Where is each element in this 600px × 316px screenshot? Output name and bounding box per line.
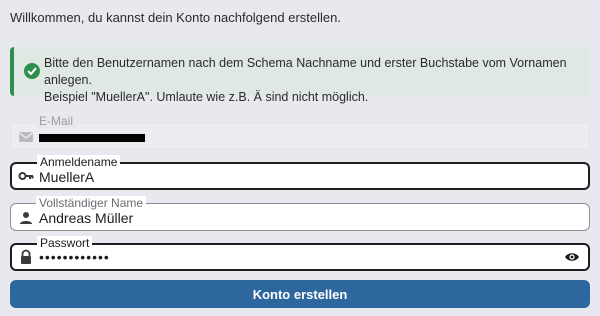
fullname-label: Vollständiger Name <box>36 196 147 210</box>
info-alert: Bitte den Benutzernamen nach dem Schema … <box>10 47 589 104</box>
check-circle-icon <box>24 63 40 79</box>
create-account-button[interactable]: Konto erstellen <box>10 280 590 308</box>
password-field[interactable]: Passwort •••••••••••• <box>10 236 590 271</box>
person-icon <box>18 210 34 226</box>
alert-line-1: Bitte den Benutzernamen nach dem Schema … <box>44 56 567 87</box>
username-input[interactable]: MuellerA <box>39 169 94 185</box>
password-input[interactable]: •••••••••••• <box>39 249 110 265</box>
password-label: Passwort <box>37 236 93 250</box>
email-field[interactable]: E-Mail <box>10 114 590 150</box>
intro-text: Willkommen, du kannst dein Konto nachfol… <box>10 10 341 25</box>
username-field[interactable]: Anmeldename MuellerA <box>10 155 590 190</box>
username-label: Anmeldename <box>37 155 121 169</box>
redaction-bar <box>39 134 145 142</box>
lock-icon <box>18 249 34 265</box>
fullname-input[interactable]: Andreas Müller <box>39 210 133 226</box>
alert-line-2: Beispiel "MuellerA". Umlaute wie z.B. Ä … <box>44 90 369 104</box>
email-label: E-Mail <box>36 114 77 128</box>
key-icon <box>18 168 34 184</box>
eye-icon[interactable] <box>564 249 580 265</box>
envelope-icon <box>18 129 34 145</box>
fullname-field[interactable]: Vollständiger Name Andreas Müller <box>10 196 590 231</box>
alert-text: Bitte den Benutzernamen nach dem Schema … <box>44 55 581 106</box>
